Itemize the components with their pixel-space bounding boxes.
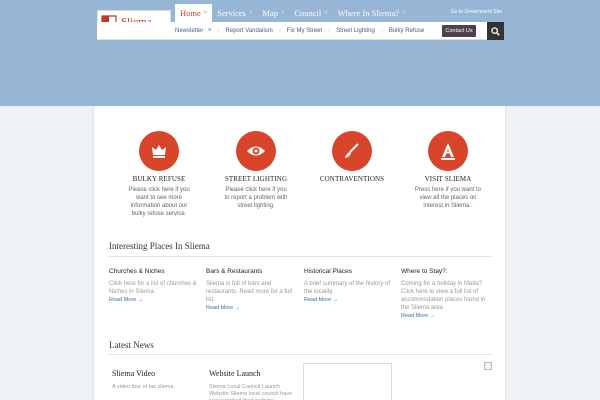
chevron-down-icon: ˅: [280, 10, 285, 16]
subnav-item-newsletter[interactable]: Newsletter ˅: [175, 28, 212, 34]
section-divider: [109, 256, 491, 257]
nav-item-council[interactable]: Council ˅: [289, 4, 332, 22]
read-more-link[interactable]: Read More →: [109, 297, 199, 303]
subnav-item-fix-my-street[interactable]: Fix My Street: [287, 28, 322, 34]
gov-site-link[interactable]: Go to Government Site: [451, 9, 502, 15]
places-section-title: Interesting Places In Sliema: [109, 241, 210, 251]
place-title[interactable]: Historical Places: [304, 268, 394, 275]
news-title[interactable]: Sliema Video: [112, 369, 202, 378]
feature-title: CONTRAVENTIONS: [319, 175, 385, 183]
main-nav: Home ˅ Services ˅ Map ˅ Council ˅ Where In S…: [175, 4, 410, 22]
news-item: Sliema Video A video tour of tas sliema.: [112, 369, 202, 391]
chevron-down-icon: ˅: [203, 10, 208, 16]
read-more-link[interactable]: Read More →: [304, 297, 394, 303]
place-churches: Churches & Niches Click here for a list …: [109, 268, 199, 303]
place-desc: Sliema is full of bars and restaurants. …: [206, 281, 293, 303]
chevron-down-icon: ˅: [248, 10, 253, 16]
news-desc: A video tour of tas sliema.: [112, 384, 175, 390]
feature-desc: Please click here if you want to see mor…: [128, 187, 190, 217]
news-title[interactable]: Website Launch: [209, 369, 297, 378]
contact-us-button[interactable]: Contact Us: [442, 25, 476, 37]
news-section-title: Latest News: [109, 340, 154, 350]
place-title[interactable]: Where to Stay?.: [401, 268, 491, 275]
place-title[interactable]: Bars & Restaurants: [206, 268, 296, 275]
place-where-to-stay: Where to Stay?. Coming for a holiday in …: [401, 268, 491, 319]
place-desc: Coming for a holiday in Malta? Click her…: [401, 281, 486, 311]
feature-visit-sliema[interactable]: VISIT SLIEMA Press here if you want to v…: [408, 131, 488, 210]
subnav-item-street-lighting[interactable]: Street Lighting: [336, 28, 375, 34]
section-divider: [109, 354, 491, 355]
chevron-down-icon: ˅: [208, 28, 212, 34]
feature-title: STREET LIGHTING: [224, 175, 288, 183]
crown-icon: [152, 145, 166, 158]
nav-item-map[interactable]: Map ˅: [257, 4, 289, 22]
expand-icon[interactable]: [484, 362, 492, 370]
site-header: Sliema Local Council Home˅ Services˅ Map…: [97, 4, 504, 40]
news-thumbnail[interactable]: [303, 363, 392, 400]
feature-street-lighting[interactable]: STREET LIGHTING Please click here if you…: [216, 131, 296, 210]
place-historical: Historical Places A brief summary of the…: [304, 268, 394, 303]
search-button[interactable]: [487, 22, 504, 40]
chevron-down-icon: ˅: [402, 10, 406, 16]
subnav-separator: -: [278, 28, 281, 34]
letter-a-icon: [441, 143, 455, 160]
place-title[interactable]: Churches & Niches: [109, 268, 199, 275]
place-desc: A brief summary of the history of the lo…: [304, 281, 391, 295]
sub-nav: Newsletter ˅ - Report Vandalism - Fix My…: [97, 22, 487, 40]
news-item: Website Launch Sliema Local Council Laun…: [209, 369, 297, 400]
chevron-down-icon: ˅: [324, 10, 328, 16]
main-content: BULKY REFUSE Please click here if you wa…: [93, 106, 506, 400]
nav-item-services[interactable]: Services ˅: [212, 4, 257, 22]
feature-title: VISIT SLIEMA: [424, 175, 472, 183]
feature-desc: Press here if you want to view all the p…: [414, 187, 482, 209]
read-more-link[interactable]: Read More →: [401, 313, 491, 319]
subnav-item-report-vandalism[interactable]: Report Vandalism: [226, 28, 273, 34]
nav-item-where-in-sliema[interactable]: Where In Sliema? ˅: [333, 4, 411, 22]
brush-icon: [345, 143, 359, 158]
subnav-item-bulky-refuse[interactable]: Bulky Refuse: [389, 28, 424, 34]
feature-title: BULKY REFUSE: [132, 175, 186, 183]
place-bars-restaurants: Bars & Restaurants Sliema is full of bar…: [206, 268, 296, 311]
feature-bulky-refuse[interactable]: BULKY REFUSE Please click here if you wa…: [119, 131, 199, 218]
feature-contraventions[interactable]: CONTRAVENTIONS: [312, 131, 392, 186]
search-icon: [491, 26, 500, 36]
subnav-separator: -: [328, 28, 331, 34]
nav-item-home[interactable]: Home ˅: [175, 4, 213, 22]
eye-icon: [247, 146, 265, 156]
subnav-separator: -: [380, 28, 383, 34]
place-desc: Click here for a list of churches & Nich…: [109, 281, 197, 295]
read-more-link[interactable]: Read More →: [206, 305, 296, 311]
news-desc: Sliema Local Council Launch Website Slie…: [209, 384, 293, 400]
subnav-separator: -: [217, 28, 220, 34]
feature-desc: Please click here if you to report a pro…: [224, 187, 288, 209]
